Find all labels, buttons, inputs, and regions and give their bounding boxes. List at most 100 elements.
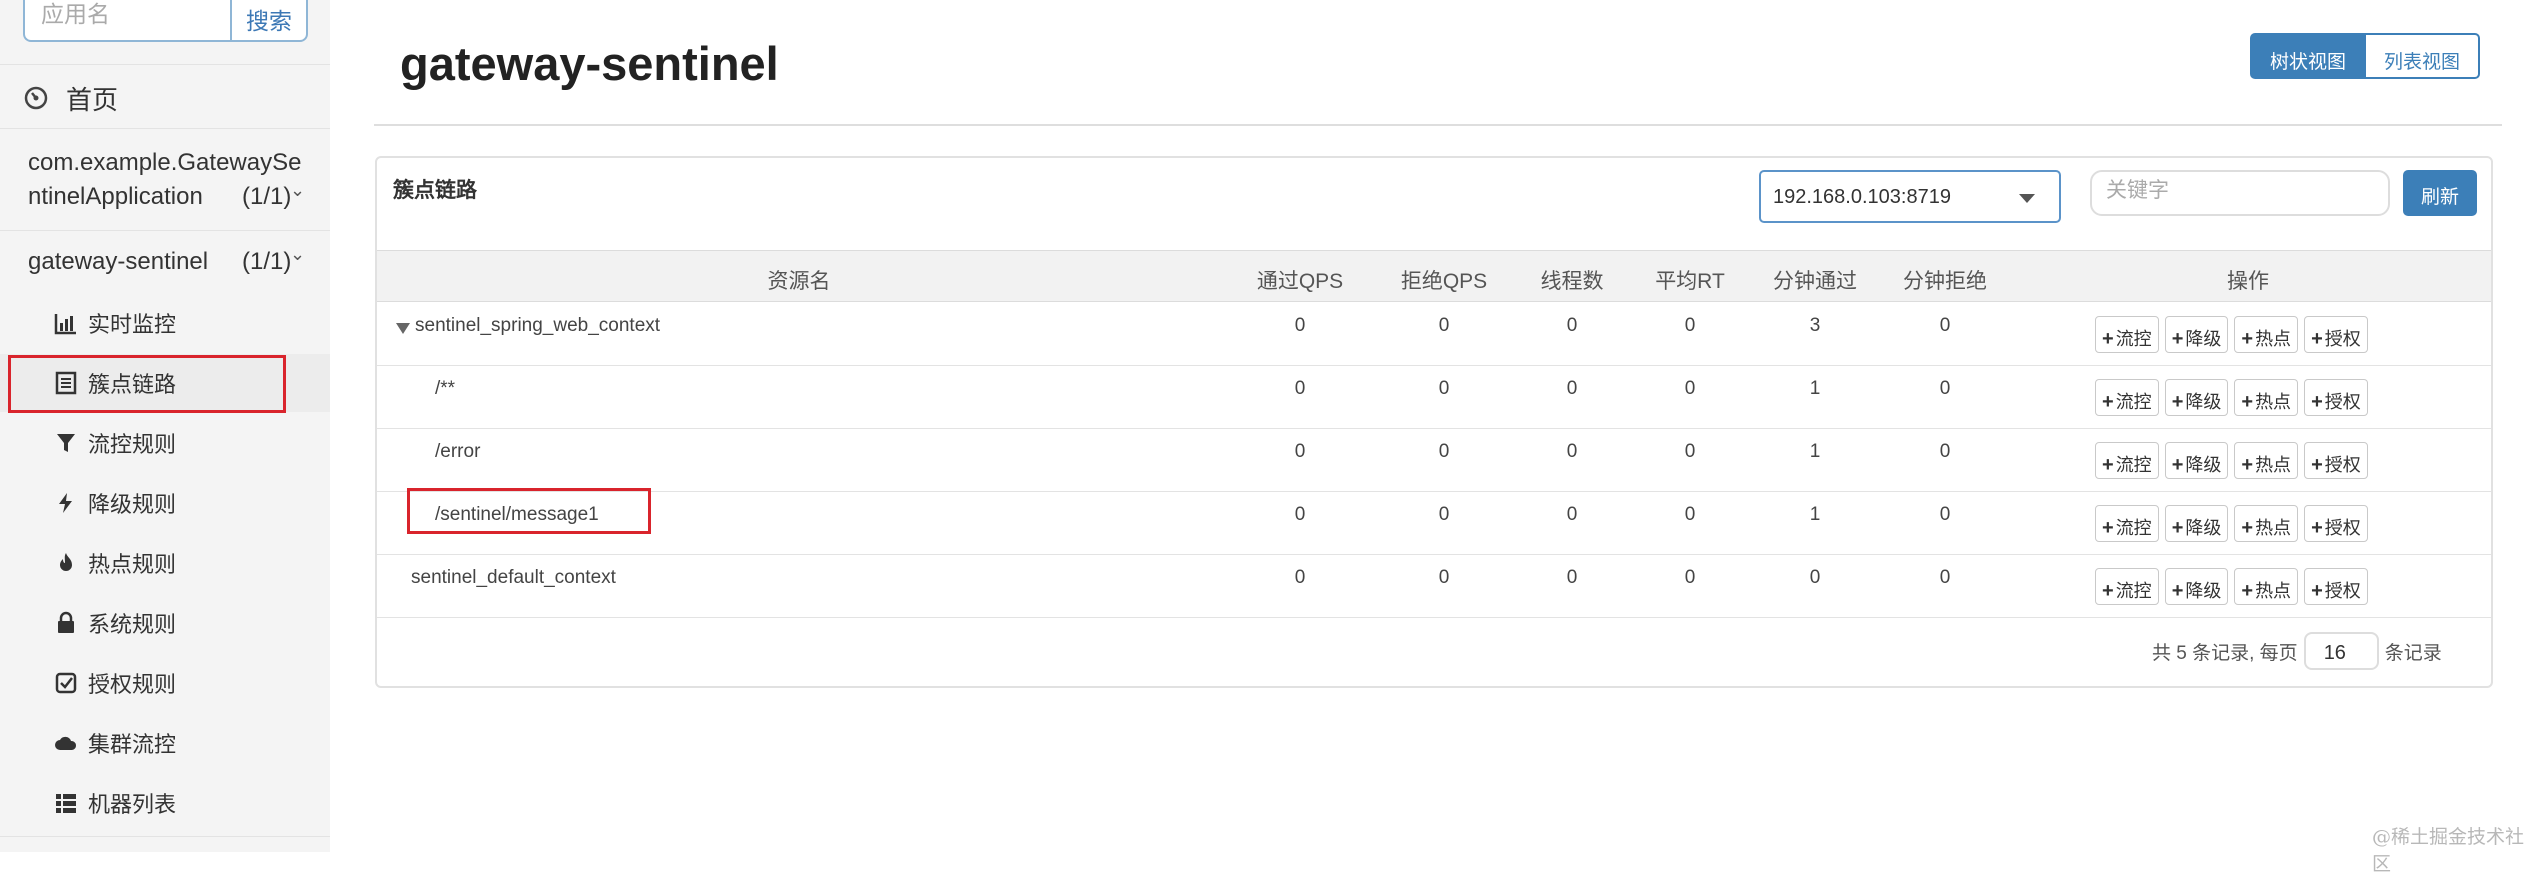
degrade-button[interactable]: + 降级 (2164, 316, 2229, 353)
divider (0, 64, 330, 65)
plus-icon: + (2171, 517, 2184, 539)
action-label: 降级 (2185, 581, 2222, 601)
flow-control-button[interactable]: + 流控 (2095, 442, 2159, 479)
sidebar-item-machine-list[interactable]: 机器列表 (0, 774, 330, 832)
metric-value: 0 (1438, 567, 1450, 588)
hotspot-button[interactable]: + 热点 (2234, 379, 2299, 416)
metric-value: 0 (1566, 441, 1578, 462)
action-label: 授权 (2324, 392, 2361, 412)
authorize-button[interactable]: + 授权 (2304, 505, 2368, 542)
column-header: 拒绝QPS (1400, 270, 1488, 293)
column-header: 线程数 (1540, 270, 1604, 293)
degrade-button[interactable]: + 降级 (2164, 379, 2229, 416)
table-row: sentinel_default_context 0 0 0 0 0 0 + 流控 + 降级 + 热点 +… (377, 555, 2491, 618)
metric-value: 0 (1684, 378, 1696, 399)
action-label: 降级 (2185, 392, 2222, 412)
metric-value: 0 (1294, 315, 1306, 336)
highlight-box (8, 355, 286, 413)
plus-icon: + (2241, 454, 2254, 476)
column-header: 资源名 (767, 270, 831, 293)
sidebar-item-flow-rules[interactable]: 流控规则 (0, 414, 330, 472)
action-label: 流控 (2115, 392, 2152, 412)
plus-icon: + (2171, 580, 2184, 602)
action-label: 流控 (2115, 518, 2152, 538)
sidebar-item-hotspot-rules[interactable]: 热点规则 (0, 534, 330, 592)
plus-icon: + (2311, 391, 2323, 413)
action-label: 热点 (2255, 581, 2292, 601)
metric-value: 0 (1684, 441, 1696, 462)
search-button[interactable]: 搜索 (230, 0, 308, 42)
tree-view-button[interactable]: 树状视图 (2250, 33, 2367, 79)
pagination: 共 5 条记录, 每页 16 条记录 (2152, 632, 2442, 670)
app-search: 搜索 (23, 0, 308, 42)
plus-icon: + (2241, 517, 2254, 539)
page-title: gateway-sentinel (400, 37, 779, 90)
plus-icon: + (2171, 391, 2184, 413)
chevron-down-icon: ⌄ (290, 244, 306, 264)
action-label: 热点 (2255, 329, 2292, 349)
highlight-box (407, 488, 651, 534)
sidebar-item-realtime-monitor[interactable]: 实时监控 (0, 294, 330, 352)
chevron-down-icon: ⌄ (290, 180, 306, 200)
sidebar-item-label: 授权规则 (88, 672, 177, 697)
authorize-button[interactable]: + 授权 (2304, 442, 2368, 479)
list-view-button[interactable]: 列表视图 (2366, 33, 2481, 79)
action-label: 热点 (2255, 455, 2292, 475)
sidebar-item-label: 热点规则 (88, 552, 177, 577)
plus-icon: + (2102, 517, 2114, 539)
degrade-button[interactable]: + 降级 (2164, 568, 2229, 605)
hotspot-button[interactable]: + 热点 (2234, 505, 2299, 542)
degrade-button[interactable]: + 降级 (2164, 442, 2229, 479)
resource-panel: 簇点链路 192.168.0.103:8719 刷新 资源名 通过QPS 拒绝Q… (375, 156, 2493, 688)
sidebar-item-home[interactable]: 首页 (24, 78, 118, 118)
flow-control-button[interactable]: + 流控 (2095, 316, 2159, 353)
metric-value: 0 (1809, 567, 1821, 588)
app-search-input[interactable] (23, 0, 230, 42)
metric-value: 0 (1939, 441, 1951, 462)
refresh-button[interactable]: 刷新 (2403, 170, 2477, 216)
dashboard-icon (24, 86, 48, 110)
cloud-icon (55, 736, 77, 750)
action-label: 流控 (2115, 329, 2152, 349)
app-name-line2: ntinelApplication (28, 183, 203, 210)
metric-value: 0 (1438, 315, 1450, 336)
sidebar-item-system-rules[interactable]: 系统规则 (0, 594, 330, 652)
authorize-button[interactable]: + 授权 (2304, 568, 2368, 605)
sidebar-item-cluster-flow[interactable]: 集群流控 (0, 714, 330, 772)
sidebar-item-degrade-rules[interactable]: 降级规则 (0, 474, 330, 532)
degrade-button[interactable]: + 降级 (2164, 505, 2229, 542)
resource-name: sentinel_spring_web_context (415, 315, 661, 336)
metric-value: 0 (1566, 315, 1578, 336)
flow-control-button[interactable]: + 流控 (2095, 568, 2159, 605)
divider (0, 128, 330, 129)
flow-control-button[interactable]: + 流控 (2095, 505, 2159, 542)
metric-value: 1 (1809, 441, 1821, 462)
metric-value: 1 (1809, 378, 1821, 399)
authorize-button[interactable]: + 授权 (2304, 316, 2368, 353)
metric-value: 0 (1684, 504, 1696, 525)
app-count: (1/1) (242, 248, 292, 275)
metric-value: 0 (1939, 315, 1951, 336)
app-count: (1/1) (242, 183, 292, 210)
plus-icon: + (2241, 391, 2254, 413)
hotspot-button[interactable]: + 热点 (2234, 568, 2299, 605)
flash-icon (59, 493, 72, 513)
keyword-input[interactable] (2090, 170, 2390, 216)
flow-control-button[interactable]: + 流控 (2095, 379, 2159, 416)
table-row: /error 0 0 0 0 1 0 + 流控 + 降级 + 热点 + 授权 (377, 429, 2491, 492)
sidebar-item-auth-rules[interactable]: 授权规则 (0, 654, 330, 712)
action-label: 降级 (2185, 518, 2222, 538)
hotspot-button[interactable]: + 热点 (2234, 442, 2299, 479)
action-label: 热点 (2255, 392, 2292, 412)
authorize-button[interactable]: + 授权 (2304, 379, 2368, 416)
resource-name: /error (435, 441, 481, 462)
sidebar-item-label: 系统规则 (88, 612, 177, 637)
divider (374, 124, 2502, 126)
page-size-input[interactable]: 16 (2303, 632, 2379, 670)
metric-value: 0 (1438, 441, 1450, 462)
hotspot-button[interactable]: + 热点 (2234, 316, 2299, 353)
expand-toggle-icon[interactable] (396, 323, 410, 334)
row-actions: + 流控 + 降级 + 热点 + 授权 (2095, 379, 2374, 416)
machine-select[interactable]: 192.168.0.103:8719 (1759, 170, 2061, 223)
column-header: 通过QPS (1256, 270, 1344, 293)
